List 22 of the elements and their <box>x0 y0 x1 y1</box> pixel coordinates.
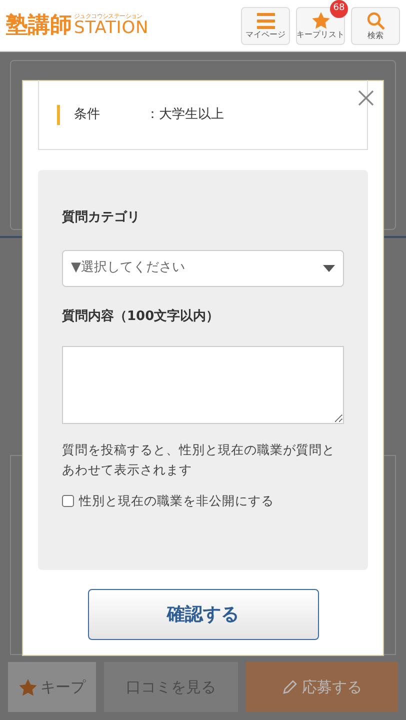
checkbox[interactable] <box>62 495 74 508</box>
header-button[interactable]: マイページ <box>241 6 290 44</box>
pencil-icon <box>282 679 298 695</box>
menu-icon <box>256 12 274 28</box>
field-label: 質問カテゴリ <box>62 208 141 227</box>
star-icon <box>18 678 36 696</box>
condition-value: ：大学生以上 <box>146 106 224 124</box>
checkbox-label: 性別と現在の職業を非公開にする <box>79 492 274 510</box>
notice-text: 質問を投稿すると、性別と現在の職業が質問とあわせて表示されます <box>62 441 336 479</box>
field-label: 質問内容（100文字以内） <box>62 308 220 326</box>
close-button[interactable] <box>357 89 375 107</box>
header-button[interactable]: 検索 <box>351 6 400 44</box>
count-badge: 68 <box>330 0 348 18</box>
search-icon <box>366 12 384 30</box>
star-icon <box>312 12 330 29</box>
accent-bar <box>57 104 60 124</box>
category-select[interactable]: ▼選択してください <box>62 250 344 286</box>
confirm-button[interactable]: 確認する <box>88 589 318 640</box>
dropdown-caret-icon <box>323 264 335 272</box>
close-icon <box>357 89 375 107</box>
condition-label: 条件 <box>74 106 101 124</box>
logo-text: STATION <box>74 20 149 37</box>
